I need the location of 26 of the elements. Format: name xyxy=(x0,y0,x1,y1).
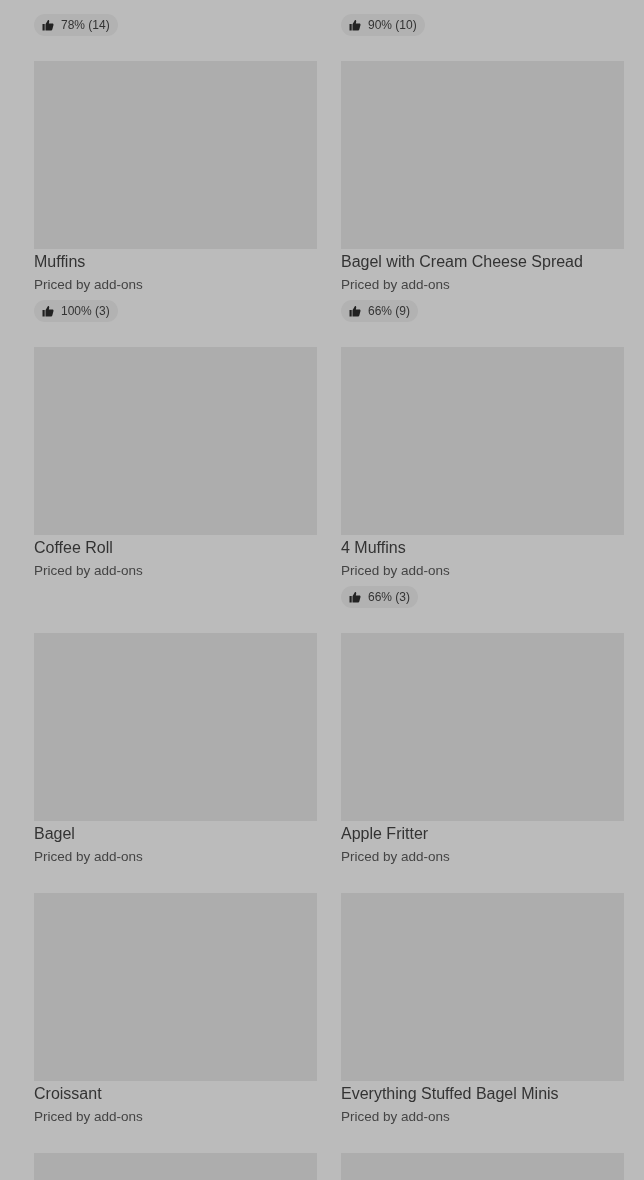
item-title[interactable]: Bagel with Cream Cheese Spread xyxy=(341,249,624,274)
item-title[interactable]: Coffee Roll xyxy=(34,535,317,560)
thumbs-up-icon xyxy=(349,591,361,603)
item-title[interactable]: Apple Fritter xyxy=(341,821,624,846)
thumbs-up-icon xyxy=(42,19,54,31)
item-price-note: Priced by add-ons xyxy=(341,562,451,580)
item-price-note: Priced by add-ons xyxy=(34,276,144,294)
item-price-note: Priced by add-ons xyxy=(341,848,451,866)
item-price-note: Priced by add-ons xyxy=(34,1108,144,1126)
item-price-note: Priced by add-ons xyxy=(341,1108,451,1126)
thumbs-up-icon xyxy=(349,305,361,317)
item-price-note: Priced by add-ons xyxy=(34,562,144,580)
item-price-note: Priced by add-ons xyxy=(34,848,144,866)
thumbs-up-icon xyxy=(42,305,54,317)
rating-text: 90% (10) xyxy=(368,18,417,32)
rating-text: 78% (14) xyxy=(61,18,110,32)
item-title[interactable]: Bagel xyxy=(34,821,317,846)
rating-text: 66% (9) xyxy=(368,304,411,318)
item-title[interactable]: 4 Muffins xyxy=(341,535,624,560)
item-title[interactable]: Croissant xyxy=(34,1081,317,1106)
rating-text: 100% (3) xyxy=(61,304,110,318)
item-price-note: Priced by add-ons xyxy=(341,276,451,294)
rating-text: 66% (3) xyxy=(368,590,411,604)
item-title[interactable]: Muffins xyxy=(34,249,317,274)
item-title[interactable]: Everything Stuffed Bagel Minis xyxy=(341,1081,624,1106)
thumbs-up-icon xyxy=(349,19,361,31)
